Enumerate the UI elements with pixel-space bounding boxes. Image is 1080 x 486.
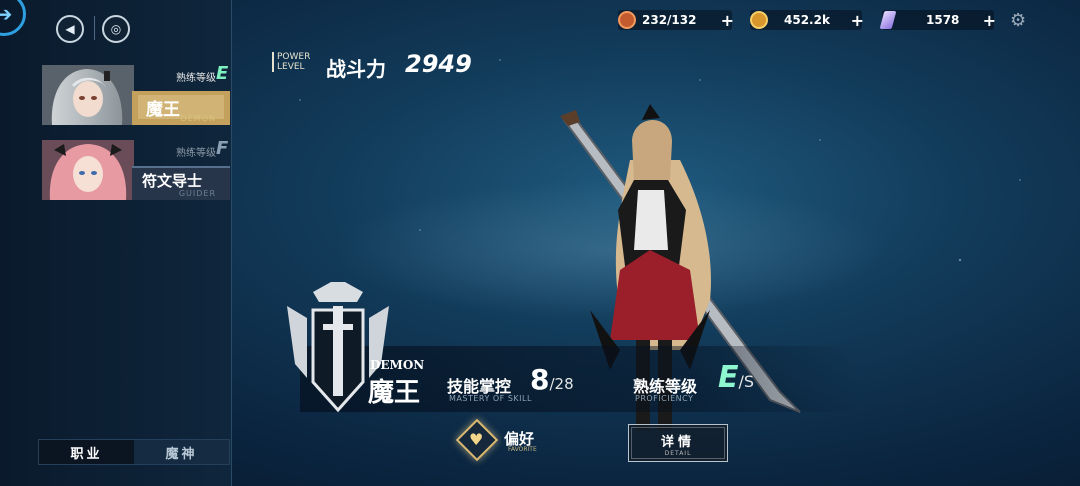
orbit-icon: ◎ (110, 22, 122, 36)
switch-button[interactable]: ◎ (102, 15, 130, 43)
demon-portrait (42, 65, 134, 125)
crystal-value: 1578 (926, 13, 960, 27)
favorite-button[interactable]: ♥ 偏好 FAVORITE (455, 418, 558, 462)
heart-icon: ♥ (469, 430, 484, 449)
coin-icon (750, 11, 768, 29)
detail-label-en: DETAIL (664, 450, 692, 457)
arrow-left-icon: ◀ (65, 22, 75, 36)
guider-portrait (42, 140, 134, 200)
add-crystal-button[interactable]: + (983, 11, 996, 30)
rank-label: 熟练等级 (176, 73, 216, 84)
rank-label: 熟练等级 (176, 148, 216, 159)
settings-gear-icon[interactable]: ⚙ (1010, 10, 1026, 31)
favorite-label-en: FAVORITE (508, 446, 537, 453)
rank-grade: E (216, 65, 229, 84)
add-stamina-button[interactable]: + (721, 11, 734, 30)
crystal-counter: 1578 + (879, 10, 996, 30)
gold-counter: 452.2k + (750, 10, 864, 30)
back-button[interactable]: ➔ (0, 0, 26, 36)
detail-label: 详情 (660, 435, 695, 450)
class-name-en: GUIDER (178, 189, 216, 198)
class-name: 魔王 (368, 378, 421, 408)
gold-value: 452.2k (784, 13, 830, 27)
sidebar-tabs: 职业 魔神 (38, 439, 230, 465)
rank-grade: F (216, 140, 229, 159)
class-card-demon[interactable]: 熟练等级 E 魔王 DEMON (42, 65, 230, 125)
mastery-value: 8/28 (530, 363, 574, 396)
crystal-icon (879, 11, 897, 29)
power-label: 战斗力 (326, 57, 386, 81)
character-screen: ➔ ◀ ◎ 熟练等级 E 魔王 DEMON 熟练等级 F 符文导士 GUIDER… (0, 0, 1080, 486)
add-gold-button[interactable]: + (851, 11, 864, 30)
mastery-label-en: MASTERY OF SKILL (449, 394, 532, 403)
nav-divider (94, 16, 95, 40)
class-name-en: DEMON (180, 114, 216, 123)
stamina-counter: 232/132 + (618, 10, 734, 30)
power-level-mark: POWER LEVEL (272, 52, 310, 72)
proficiency-value: E/S (718, 360, 755, 395)
detail-button[interactable]: 详情 DETAIL (628, 424, 728, 462)
class-card-guider[interactable]: 熟练等级 F 符文导士 GUIDER (42, 140, 230, 200)
power-value: 2949 (405, 50, 472, 78)
stamina-value: 232/132 (642, 13, 697, 27)
class-name: 魔王 (146, 100, 180, 120)
class-name: 符文导士 (142, 172, 203, 190)
tab-demon-god[interactable]: 魔神 (134, 440, 229, 464)
class-sidebar: ➔ ◀ ◎ 熟练等级 E 魔王 DEMON 熟练等级 F 符文导士 GUIDER… (0, 0, 232, 486)
proficiency-label-en: PROFICIENCY (635, 394, 694, 403)
tab-job[interactable]: 职业 (39, 440, 134, 464)
stamina-icon (618, 11, 636, 29)
class-name-en: DEMON (370, 358, 425, 372)
previous-button[interactable]: ◀ (56, 15, 84, 43)
arrow-right-icon: ➔ (0, 2, 13, 26)
